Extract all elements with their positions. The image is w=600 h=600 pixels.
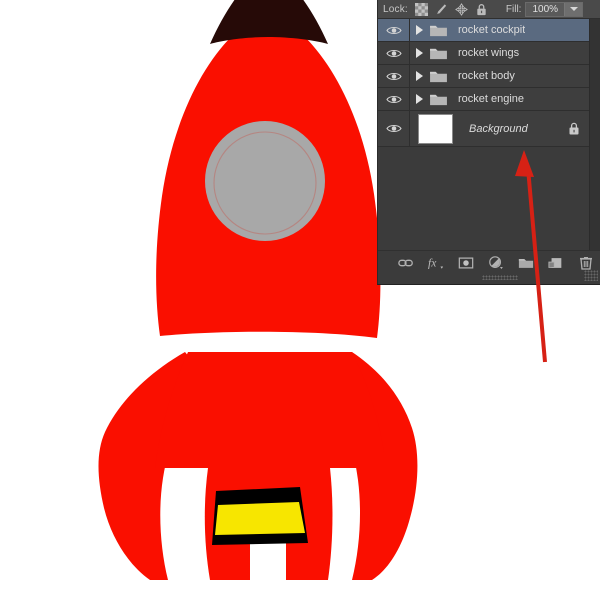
eye-icon[interactable]: [386, 48, 402, 59]
panel-resize-grip[interactable]: [482, 275, 518, 280]
layers-scrollbar[interactable]: [589, 19, 600, 251]
layer-row-background[interactable]: Background: [378, 111, 590, 147]
lock-icon: [568, 122, 580, 136]
new-group-button[interactable]: [518, 255, 534, 271]
new-layer-button[interactable]: [548, 255, 564, 271]
cockpit-window: [205, 121, 325, 241]
eye-icon[interactable]: [386, 71, 402, 82]
svg-text:fx: fx: [428, 257, 437, 269]
layer-row-rocket-body[interactable]: rocket body: [378, 65, 590, 88]
folder-icon: [429, 69, 448, 84]
lock-icon-group: [415, 3, 488, 16]
layer-list-empty-area: [378, 150, 590, 251]
visibility-toggle-rocket-cockpit[interactable]: [378, 19, 410, 41]
eye-icon[interactable]: [386, 25, 402, 36]
layer-row-rocket-cockpit[interactable]: rocket cockpit: [378, 19, 590, 42]
lock-fill-bar: Lock:: [378, 0, 600, 19]
folder-icon: [429, 23, 448, 38]
chevron-down-icon[interactable]: [564, 3, 582, 16]
lock-position-icon[interactable]: [455, 3, 468, 16]
link-layers-button[interactable]: [398, 255, 414, 271]
expand-triangle-icon[interactable]: [416, 94, 423, 104]
layer-row-rocket-wings[interactable]: rocket wings: [378, 42, 590, 65]
panel-corner-grip[interactable]: [584, 270, 598, 281]
folder-icon: [429, 92, 448, 107]
visibility-toggle-rocket-body[interactable]: [378, 65, 410, 87]
layer-row-rocket-engine[interactable]: rocket engine: [378, 88, 590, 111]
expand-triangle-icon[interactable]: [416, 71, 423, 81]
engine-nozzle: [212, 487, 308, 545]
layers-bottom-toolbar: fx: [378, 250, 600, 284]
lock-all-icon[interactable]: [475, 3, 488, 16]
right-leg: [305, 468, 332, 580]
expand-triangle-icon[interactable]: [416, 48, 423, 58]
visibility-toggle-background[interactable]: [378, 111, 410, 146]
eye-icon[interactable]: [386, 123, 402, 134]
engine-nozzle-yellow: [215, 502, 305, 535]
lock-transparent-pixels-icon[interactable]: [415, 3, 428, 16]
delete-layer-button[interactable]: [578, 255, 594, 271]
fill-value[interactable]: 100%: [526, 4, 564, 15]
layer-name: rocket engine: [458, 93, 524, 105]
layer-name: Background: [469, 123, 528, 135]
layer-name: rocket cockpit: [458, 24, 525, 36]
lower-body: [155, 352, 384, 580]
layer-name: rocket wings: [458, 47, 519, 59]
lock-image-pixels-icon[interactable]: [435, 3, 448, 16]
layer-list: rocket cockpit rocket wings: [378, 19, 590, 147]
layer-thumbnail-background[interactable]: [418, 114, 453, 144]
expand-triangle-icon[interactable]: [416, 25, 423, 35]
visibility-toggle-rocket-wings[interactable]: [378, 42, 410, 64]
visibility-toggle-rocket-engine[interactable]: [378, 88, 410, 110]
layer-name: rocket body: [458, 70, 515, 82]
eye-icon[interactable]: [386, 94, 402, 105]
fill-label: Fill:: [506, 4, 522, 15]
lock-label: Lock:: [383, 4, 408, 15]
layers-panel: Lock:: [377, 0, 600, 285]
layer-style-fx-button[interactable]: fx: [428, 255, 444, 271]
add-layer-mask-button[interactable]: [458, 255, 474, 271]
folder-icon: [429, 46, 448, 61]
fill-value-control[interactable]: 100%: [525, 2, 583, 17]
screenshot-root: Lock:: [0, 0, 600, 600]
rocket-lower-assembly: [99, 352, 418, 580]
new-adjustment-layer-button[interactable]: [488, 255, 504, 271]
